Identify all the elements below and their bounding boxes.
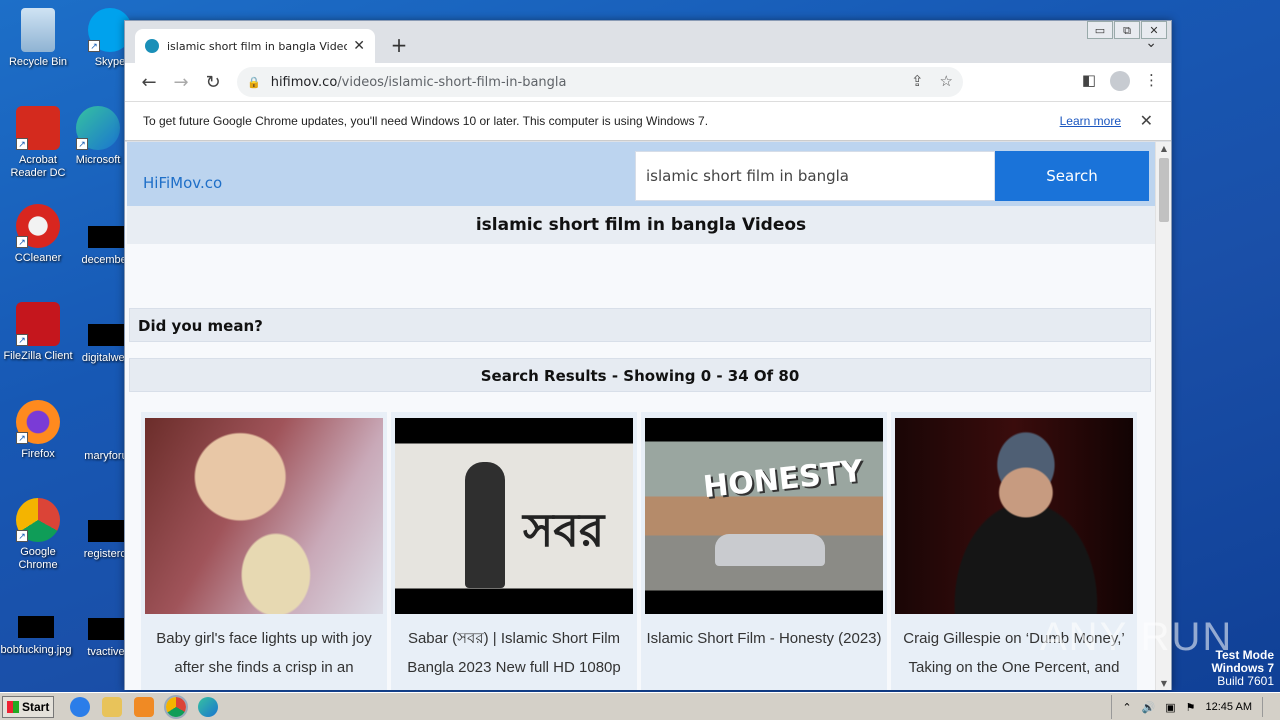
video-title[interactable]: Sabar (সবর) | Islamic Short Film Bangla … [391,624,637,682]
tab-strip: islamic short film in bangla Videos - H … [135,29,1165,63]
search-button[interactable]: Search [995,151,1149,201]
url-text: hifimov.co/videos/islamic-short-film-in-… [271,75,567,90]
desktop-icon-chrome[interactable]: ↗ Google Chrome [0,498,76,572]
windows-flag-icon [7,700,19,713]
video-thumbnail[interactable]: সবর [395,418,633,614]
lock-icon[interactable]: 🔒 [247,76,261,89]
explorer-folder-icon[interactable] [102,696,122,717]
firefox-icon: ↗ [16,400,60,444]
anyrun-watermark: ANY RUN [1040,615,1234,659]
network-icon[interactable]: ▣ [1165,701,1175,714]
forward-button[interactable]: → [165,72,197,93]
tab-active[interactable]: islamic short film in bangla Videos - H … [135,29,375,63]
reload-button[interactable]: ↻ [197,72,229,93]
scroll-up-icon[interactable]: ▲ [1156,144,1171,153]
tray-expand-icon[interactable]: ⌃ [1122,701,1131,714]
video-thumbnail[interactable] [895,418,1133,614]
file-icon [88,520,124,542]
page-title: islamic short film in bangla Videos [127,206,1155,244]
file-icon [18,616,54,638]
url-path: /videos/islamic-short-film-in-bangla [337,74,567,90]
edge-taskbar-icon[interactable] [198,696,218,717]
back-button[interactable]: ← [133,72,165,93]
address-bar[interactable]: 🔒 hifimov.co/videos/islamic-short-film-i… [237,67,963,97]
share-icon[interactable]: ⇪ [911,72,924,90]
search-input[interactable]: islamic short film in bangla [635,151,995,201]
desktop-icon-bobfile[interactable]: bobfucking.jpg [0,604,74,657]
ccleaner-icon: ↗ [16,204,60,248]
system-tray: ⌃ 🔊 ▣ ⚑ 12:45 AM [1111,695,1280,719]
infobar-close-icon[interactable]: ✕ [1140,111,1153,131]
learn-more-link[interactable]: Learn more [1060,114,1121,128]
update-infobar: To get future Google Chrome updates, you… [125,101,1171,141]
recycle-bin-icon [21,8,55,52]
filezilla-icon: ↗ [16,302,60,346]
video-thumbnail[interactable]: HONESTY [645,418,883,614]
page-viewport: HiFiMov.co islamic short film in bangla … [125,142,1171,690]
video-title[interactable]: Baby girl's face lights up with joy afte… [141,624,387,682]
video-thumbnail[interactable] [145,418,383,614]
file-icon [88,618,124,640]
results-summary: Search Results - Showing 0 - 34 Of 80 [129,358,1151,392]
tab-title: islamic short film in bangla Videos - H [167,39,348,53]
thumbnail-bangla-text: সবর [523,503,605,557]
browser-toolbar: ← → ↻ 🔒 hifimov.co/videos/islamic-short-… [125,63,1171,101]
taskbar: Start ⌃ 🔊 ▣ ⚑ 12:45 AM [0,692,1280,720]
scroll-down-icon[interactable]: ▼ [1156,679,1171,688]
video-title[interactable]: Islamic Short Film - Honesty (2023) [641,624,887,653]
desktop-icon-filezilla[interactable]: ↗ FileZilla Client [0,302,76,363]
thumbnail-figure [465,462,505,588]
bookmark-star-icon[interactable]: ☆ [940,72,953,90]
thumbnail-car [715,534,825,566]
test-mode-watermark: Test Mode Windows 7 Build 7601 [1211,649,1274,688]
start-label: Start [22,699,50,714]
url-host: hifimov.co [270,74,338,90]
new-tab-button[interactable]: + [387,33,411,57]
video-card[interactable]: সবর Sabar (সবর) | Islamic Short Film Ban… [391,412,637,690]
start-button[interactable]: Start [2,695,54,718]
video-card[interactable]: Baby girl's face lights up with joy afte… [141,412,387,690]
ie-icon[interactable] [70,696,90,717]
tab-close-icon[interactable]: ✕ [353,38,365,54]
file-icon [88,324,124,346]
infobar-message: To get future Google Chrome updates, you… [143,114,709,128]
profile-avatar-icon[interactable] [1110,71,1130,91]
volume-icon[interactable]: 🔊 [1142,701,1156,714]
video-card[interactable]: HONESTY Islamic Short Film - Honesty (20… [641,412,887,690]
file-icon [88,422,124,444]
action-center-flag-icon[interactable]: ⚑ [1186,701,1196,714]
thumbnail-honesty-text: HONESTY [701,453,865,506]
acrobat-icon: ↗ [16,106,60,150]
edge-icon: ↗ [76,106,120,150]
desktop-icon-ccleaner[interactable]: ↗ CCleaner [0,204,76,265]
media-player-icon[interactable] [134,696,154,717]
site-header: HiFiMov.co islamic short film in bangla … [127,142,1155,206]
desktop-icon-firefox[interactable]: ↗ Firefox [0,400,76,461]
watermark-line3: Build 7601 [1217,674,1274,688]
side-panel-icon[interactable]: ◧ [1082,71,1096,91]
chrome-taskbar-icon[interactable] [164,694,188,719]
menu-kebab-icon[interactable]: ⋮ [1144,71,1159,91]
chrome-icon: ↗ [16,498,60,542]
desktop-icon-recycle-bin[interactable]: Recycle Bin [0,8,76,69]
scrollbar-thumb[interactable] [1159,158,1169,222]
browser-window: ▭ ⧉ ✕ islamic short film in bangla Video… [124,20,1172,690]
site-logo[interactable]: HiFiMov.co [143,174,222,192]
page-scrollbar[interactable]: ▲ ▼ [1155,142,1171,690]
clock[interactable]: 12:45 AM [1206,701,1252,713]
site-favicon-icon [145,39,159,53]
did-you-mean: Did you mean? [129,308,1151,342]
show-desktop-button[interactable] [1262,697,1270,717]
tab-search-dropdown-icon[interactable]: ⌄ [1145,35,1157,51]
file-icon [88,226,124,248]
